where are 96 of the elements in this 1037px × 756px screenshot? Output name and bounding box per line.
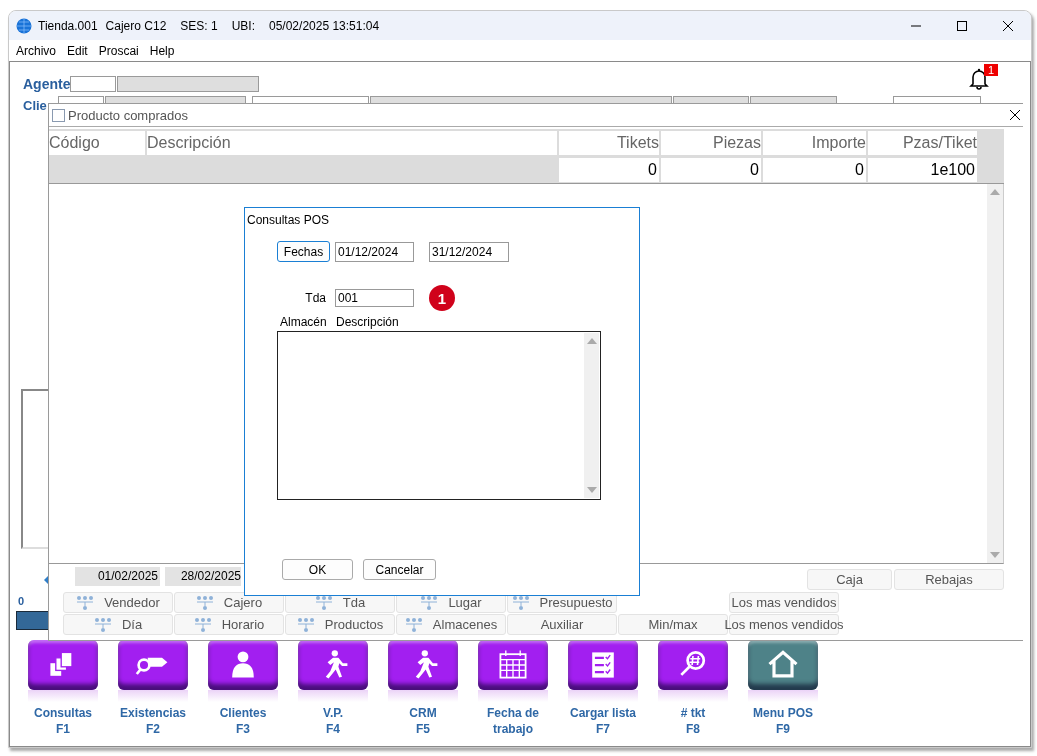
scrollbar[interactable] bbox=[987, 184, 1003, 563]
scroll-down-icon[interactable] bbox=[586, 486, 597, 494]
total-cell: 0 bbox=[559, 157, 659, 182]
toolbar-button[interactable]: Consultas F1 bbox=[18, 640, 108, 737]
toolbar-button[interactable]: CRM F5 bbox=[378, 640, 468, 737]
field-label: Agente bbox=[23, 76, 71, 92]
window-title: Cajero C12 bbox=[105, 18, 167, 33]
toolbar-button[interactable]: Fecha de trabajo bbox=[468, 640, 558, 737]
close-icon bbox=[1003, 20, 1013, 31]
tile-reflection bbox=[298, 690, 368, 702]
input-field[interactable] bbox=[370, 96, 672, 103]
tile-reflection bbox=[208, 690, 278, 702]
menu-item[interactable]: Edit bbox=[63, 43, 95, 58]
input-field[interactable] bbox=[70, 76, 117, 92]
dialog-button[interactable]: Cancelar bbox=[363, 559, 436, 580]
action-button[interactable]: Rebajas bbox=[894, 568, 1004, 590]
drops-icon bbox=[420, 594, 439, 611]
drops-icon bbox=[314, 594, 333, 611]
maximize-icon bbox=[957, 20, 967, 31]
date-field[interactable]: 31/12/2024 bbox=[429, 241, 509, 262]
globe-icon bbox=[16, 17, 32, 34]
column-header: Piezas bbox=[661, 130, 761, 155]
input-field[interactable] bbox=[673, 96, 749, 103]
group-button[interactable]: Vendedor bbox=[63, 592, 173, 613]
column-header: Pzas/Tiket bbox=[868, 130, 977, 155]
window-title: SES: 1 bbox=[180, 18, 218, 33]
column-header: Importe bbox=[763, 130, 866, 155]
scroll-up-icon[interactable] bbox=[586, 337, 597, 345]
input-field[interactable] bbox=[252, 96, 369, 103]
dialog-button[interactable]: OK bbox=[282, 559, 353, 580]
store-field[interactable]: 001 bbox=[335, 289, 414, 307]
tile-reflection bbox=[478, 690, 548, 702]
window-title: Producto comprados bbox=[68, 107, 188, 123]
menu-item[interactable]: Archivo bbox=[12, 43, 63, 58]
date-field[interactable]: 01/12/2024 bbox=[335, 241, 414, 262]
total-cell: 0 bbox=[763, 157, 866, 182]
input-field[interactable] bbox=[58, 96, 104, 103]
dialog-title: Consultas POS bbox=[247, 213, 331, 227]
counter-label: 0 bbox=[18, 595, 25, 607]
input-field[interactable] bbox=[750, 96, 837, 103]
column-header: Almacén bbox=[280, 315, 328, 329]
window-icon bbox=[52, 108, 65, 122]
drops-icon bbox=[511, 594, 530, 611]
action-button[interactable]: Caja bbox=[807, 568, 892, 590]
tile-reflection bbox=[658, 690, 728, 702]
report-button[interactable]: Auxiliar bbox=[507, 614, 617, 635]
total-cell: 0 bbox=[661, 157, 761, 182]
date-field[interactable]: 28/02/2025 bbox=[165, 566, 241, 586]
input-field[interactable] bbox=[105, 96, 246, 103]
toolbar-button[interactable]: V.P. F4 bbox=[288, 640, 378, 737]
close-icon[interactable] bbox=[1010, 110, 1020, 120]
tile-reflection bbox=[388, 690, 458, 702]
date-field[interactable]: 01/02/2025 bbox=[75, 566, 160, 586]
field-label: Clie bbox=[23, 98, 48, 113]
step-badge: 1 bbox=[429, 285, 455, 311]
drops-icon bbox=[193, 616, 212, 633]
toolbar-button[interactable]: Cargar lista F7 bbox=[558, 640, 648, 737]
group-button[interactable]: Cajero bbox=[174, 592, 284, 613]
column-header: Tikets bbox=[559, 130, 659, 155]
menu-item[interactable]: Help bbox=[145, 43, 182, 58]
window-title: 05/02/2025 13:51:04 bbox=[269, 18, 380, 33]
scroll-up-icon[interactable] bbox=[990, 188, 1000, 196]
drops-icon bbox=[93, 616, 112, 633]
column-header: Descripción bbox=[147, 130, 557, 155]
drops-icon bbox=[76, 594, 95, 611]
drops-icon bbox=[195, 594, 214, 611]
window-title: UBI: bbox=[231, 18, 255, 33]
menu-item[interactable]: Proscai bbox=[94, 43, 146, 58]
tile-reflection bbox=[28, 690, 98, 702]
window-title: Tienda.001 bbox=[38, 18, 98, 33]
bell-icon[interactable] bbox=[968, 67, 990, 91]
toolbar-button[interactable]: Clientes F3 bbox=[198, 640, 288, 737]
input-field[interactable] bbox=[117, 76, 260, 92]
drops-icon bbox=[404, 616, 423, 633]
toolbar-button[interactable]: Menu POS F9 bbox=[738, 640, 828, 737]
drops-icon bbox=[296, 616, 315, 633]
column-header: Descripción bbox=[336, 315, 399, 329]
group-button[interactable]: Almacenes bbox=[396, 614, 506, 635]
tile-reflection bbox=[118, 690, 188, 702]
toolbar-button[interactable]: Existencias F2 bbox=[108, 640, 198, 737]
dates-button[interactable]: Fechas bbox=[277, 241, 330, 262]
total-cell: 1e100 bbox=[868, 157, 977, 182]
list-box[interactable] bbox=[277, 331, 601, 500]
column-header: Código bbox=[49, 130, 145, 155]
tile-reflection bbox=[568, 690, 638, 702]
field-label: Tda bbox=[304, 291, 326, 305]
tile-reflection bbox=[748, 690, 818, 702]
indicator-bar bbox=[16, 611, 50, 630]
group-button[interactable]: Productos bbox=[285, 614, 395, 635]
report-button[interactable]: Los mas vendidos bbox=[729, 592, 839, 613]
notification-badge: 1 bbox=[984, 64, 999, 76]
toolbar-button[interactable]: # tkt F8 bbox=[648, 640, 738, 737]
input-field[interactable] bbox=[893, 96, 981, 103]
group-button[interactable]: Horario bbox=[174, 614, 284, 635]
scroll-down-icon[interactable] bbox=[990, 551, 1000, 559]
group-button[interactable]: Día bbox=[63, 614, 173, 635]
